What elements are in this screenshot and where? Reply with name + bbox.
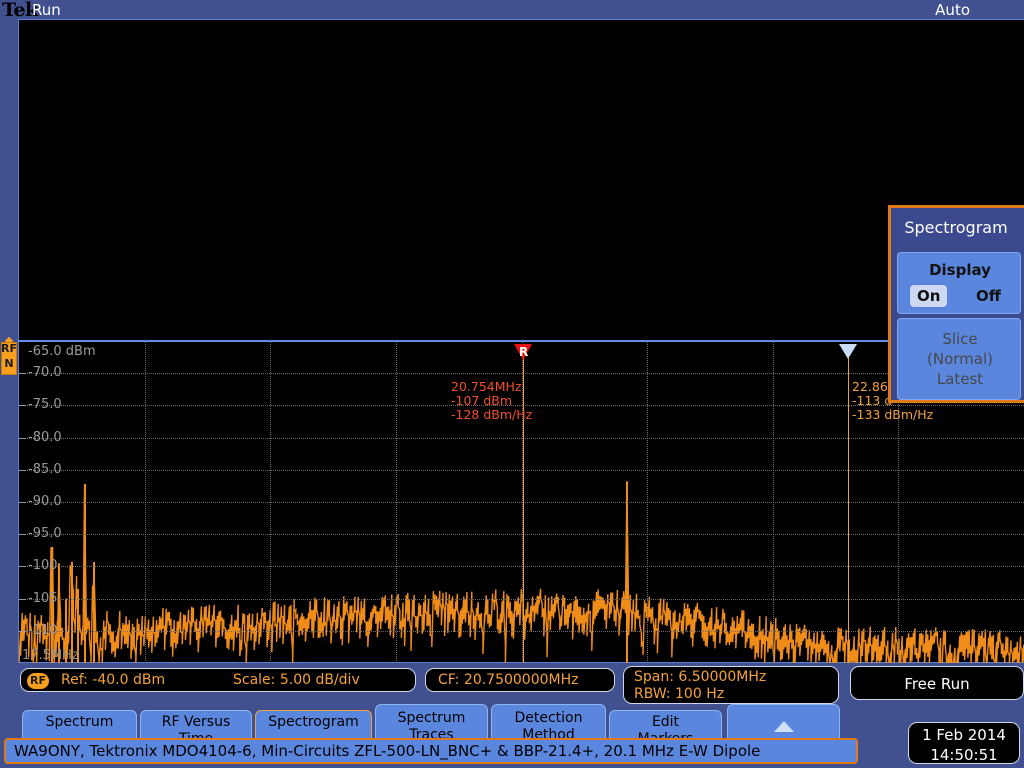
span-value: Span: 6.50000MHz	[634, 669, 767, 685]
center-freq-readout[interactable]: CF: 20.7500000MHz	[425, 668, 615, 692]
secondary-marker-density: -133 dBm/Hz	[852, 407, 934, 422]
y-axis-tick-label: -105	[28, 590, 58, 606]
slice-label-line1: Slice	[942, 330, 978, 348]
bottom-menu-button-label: Edit	[651, 714, 680, 730]
scale-value: Scale: 5.00 dB/div	[233, 672, 360, 688]
y-axis-tick-label: -90.0	[28, 494, 62, 509]
reference-marker-letter: R	[519, 345, 529, 359]
grid-line-horizontal	[19, 502, 1024, 503]
oscilloscope-screen: Tek Run Auto RF N -70.0 -75.0 -80.0 -85.0 -9…	[0, 0, 1024, 768]
datetime-readout: 1 Feb 2014 14:50:51	[908, 722, 1020, 764]
y-axis-tick-label: -110	[28, 622, 58, 638]
bottom-menu-button-label: Spectrum	[45, 714, 114, 730]
grid-line-horizontal	[19, 630, 1024, 632]
side-menu-title: Spectrogram	[904, 218, 1008, 237]
y-axis-tick-label: -70.0	[28, 365, 62, 381]
rf-badge-label: RF	[1, 342, 17, 355]
y-axis-tick-mark	[19, 405, 26, 407]
y-axis-tick-label: -85.0	[28, 461, 62, 477]
y-axis-tick-mark	[19, 469, 26, 471]
y-axis-tick-mark	[19, 566, 26, 568]
rbw-value: RBW: 100 Hz	[634, 686, 725, 702]
date-value: 1 Feb 2014	[922, 726, 1006, 744]
rf-channel-badge[interactable]: RF N	[1, 336, 17, 376]
secondary-marker-triangle[interactable]	[839, 344, 857, 359]
run-state-label[interactable]: Run	[32, 1, 61, 19]
display-label: Display	[929, 261, 991, 279]
slice-label-line2: (Normal)	[927, 350, 993, 368]
display-on-option[interactable]: On	[910, 285, 948, 307]
trigger-status-readout[interactable]: Free Run	[850, 666, 1024, 700]
y-axis-tick-mark	[19, 373, 26, 375]
reference-marker-freq: 20.754MHz	[451, 379, 522, 394]
y-axis-tick-label: -80.0	[28, 429, 62, 445]
y-axis-tick-mark	[19, 502, 26, 503]
y-axis-tick-label: -95.0	[28, 526, 62, 542]
display-off-option[interactable]: Off	[976, 287, 1001, 305]
trigger-mode-label[interactable]: Auto	[935, 1, 970, 19]
chevron-up-icon	[773, 721, 794, 732]
grid-line-horizontal	[19, 566, 1024, 568]
y-axis-tick-mark	[19, 437, 26, 439]
bottom-menu-button-label: RF Versus	[161, 714, 231, 730]
grid-line-horizontal	[19, 373, 1024, 375]
secondary-marker-power: -113 d	[852, 393, 893, 408]
y-axis-tick-mark	[19, 598, 26, 600]
side-menu-slice-group[interactable]: Slice (Normal) Latest	[897, 318, 1021, 400]
secondary-marker-stem	[848, 352, 849, 663]
top-status-bar: Tek Run Auto	[0, 0, 1024, 21]
side-menu-spectrogram[interactable]: Spectrogram Display On Off Slice (Normal…	[888, 205, 1024, 403]
y-axis-tick-mark	[19, 534, 26, 536]
grid-line-horizontal	[19, 534, 1024, 536]
y-axis-top-label: -65.0 dBm	[28, 344, 96, 359]
reference-marker-power: -107 dBm	[451, 393, 513, 408]
y-axis-tick-label: -75.0	[28, 397, 62, 413]
grid-line-horizontal	[19, 437, 1024, 439]
bottom-menu-button-label: Detection	[514, 710, 583, 726]
y-axis-tick-mark	[19, 630, 26, 632]
rf-badge-sublabel: N	[4, 357, 14, 370]
y-axis-tick-label: -100	[28, 558, 58, 574]
bottom-menu-button-label: Spectrum	[397, 710, 466, 726]
readout-bar: RF Ref: -40.0 dBm Scale: 5.00 dB/div CF:…	[0, 666, 1024, 704]
grid-line-horizontal	[19, 469, 1024, 471]
rf-chip-icon: RF	[27, 673, 49, 689]
rf-ref-scale-readout[interactable]: RF Ref: -40.0 dBm Scale: 5.00 dB/div	[20, 668, 416, 692]
slice-label-line3: Latest	[936, 370, 984, 388]
reference-marker-stem	[523, 352, 524, 663]
bottom-menu-button-label: Spectrogram	[268, 714, 359, 730]
ref-level-value: Ref: -40.0 dBm	[61, 672, 166, 688]
side-menu-display-group[interactable]: Display On Off	[897, 252, 1021, 314]
annotation-banner: WA9ONY, Tektronix MDO4104-6, Min-Circuit…	[4, 738, 858, 764]
grid-line-horizontal	[19, 598, 1024, 600]
time-value: 14:50:51	[930, 746, 998, 764]
reference-marker-density: -128 dBm/Hz	[451, 407, 533, 422]
x-axis-left-label: 17.5MHz	[22, 648, 79, 663]
span-rbw-readout[interactable]: Span: 6.50000MHz RBW: 100 Hz	[623, 666, 839, 704]
center-freq-value: CF: 20.7500000MHz	[438, 672, 579, 688]
